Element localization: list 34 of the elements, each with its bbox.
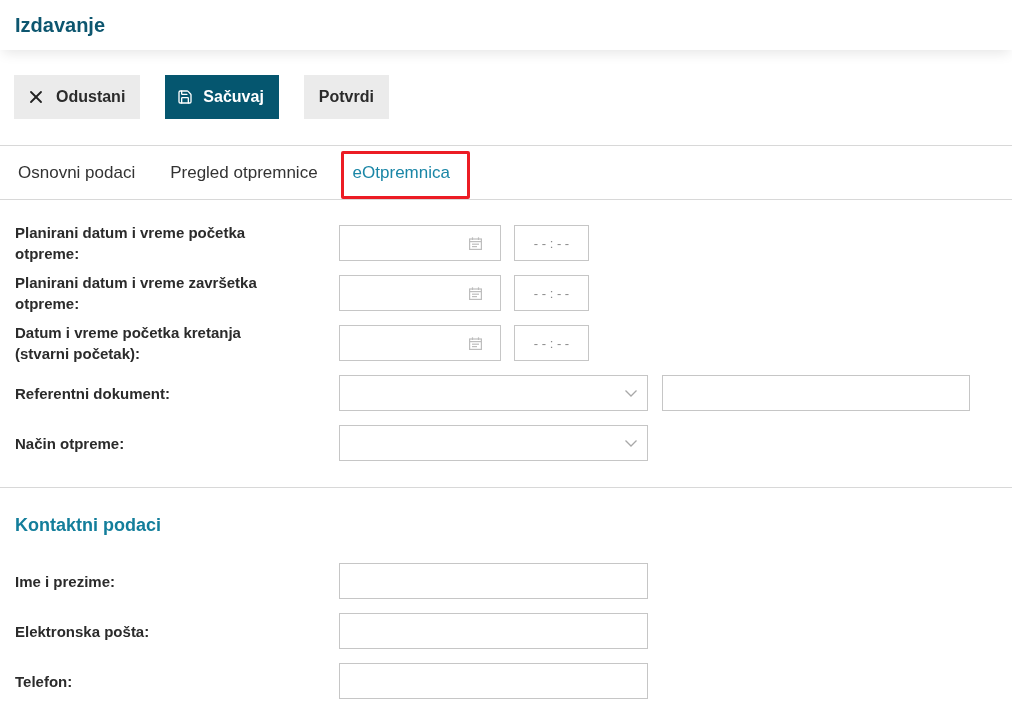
text-field[interactable] (339, 563, 648, 599)
field-label: Telefon: (15, 671, 74, 692)
date-field[interactable] (339, 325, 501, 361)
calendar-icon (469, 336, 482, 350)
date-field[interactable] (339, 225, 501, 261)
select-field[interactable] (339, 375, 648, 411)
calendar-icon (469, 236, 482, 250)
text-field[interactable] (662, 375, 970, 411)
field-label: Planirani datum i vreme početka otpreme: (15, 223, 247, 264)
section-title: Kontaktni podaci (15, 514, 161, 537)
field-label: Referentni dokument: (15, 383, 171, 404)
tab[interactable]: Pregled otpremnice (170, 146, 318, 199)
field-label: Način otpreme: (15, 433, 126, 454)
chevron-down-icon (625, 389, 637, 397)
text-field[interactable] (339, 613, 648, 649)
field-label: Ime i prezime: (15, 571, 117, 592)
time-field[interactable]: - - : - - (514, 225, 589, 261)
tab[interactable]: Osnovni podaci (18, 146, 136, 199)
save-button[interactable]: Sačuvaj (165, 75, 279, 119)
field-label: Datum i vreme početka kretanja (stvarni početak): (15, 323, 242, 364)
time-field[interactable]: - - : - - (514, 325, 589, 361)
chevron-down-icon (625, 439, 637, 447)
field-label: Planirani datum i vreme završetka otpreme: (15, 273, 258, 314)
field-label: Elektronska pošta: (15, 621, 151, 642)
calendar-icon (469, 286, 482, 300)
select-field[interactable] (339, 425, 648, 461)
time-field[interactable]: - - : - - (514, 275, 589, 311)
save-icon (177, 89, 194, 105)
cancel-button[interactable]: Odustani (14, 75, 141, 119)
confirm-button[interactable]: Potvrdi (303, 75, 389, 119)
date-field[interactable] (339, 275, 501, 311)
text-field[interactable] (339, 663, 648, 699)
page-title: Izdavanje (15, 13, 106, 37)
tab[interactable]: eOtpremnica (352, 146, 450, 199)
